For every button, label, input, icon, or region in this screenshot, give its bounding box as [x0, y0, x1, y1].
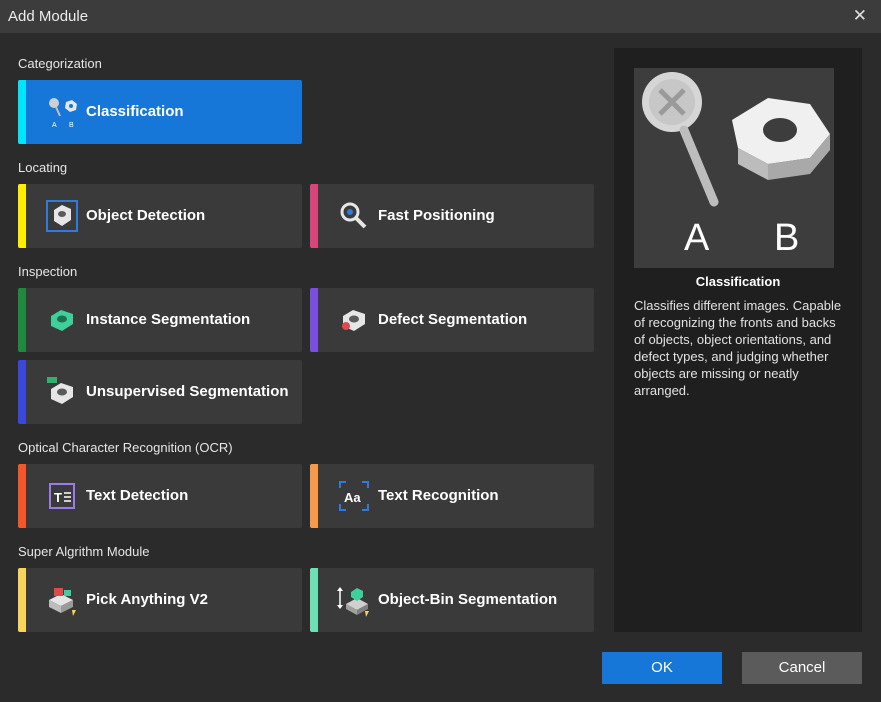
module-label: Classification	[86, 103, 184, 120]
section-categorization: Categorization	[18, 56, 102, 71]
module-label: Text Recognition	[378, 487, 499, 504]
svg-text:T: T	[54, 490, 62, 505]
preview-panel: A B Classification Classifies different …	[614, 48, 862, 632]
text-detection-icon: T	[49, 483, 75, 509]
module-card-text-recognition[interactable]: Aa Text Recognition	[310, 464, 594, 528]
accent-stripe	[18, 288, 26, 352]
module-label: Pick Anything V2	[86, 591, 208, 608]
classification-preview-image: A B	[634, 68, 834, 268]
accent-stripe	[18, 184, 26, 248]
defect-segmentation-icon	[342, 310, 365, 331]
accent-stripe	[310, 464, 318, 528]
module-card-fast-positioning[interactable]: Fast Positioning	[310, 184, 594, 248]
module-card-unsupervised-segmentation[interactable]: Unsupervised Segmentation	[18, 360, 302, 424]
accent-stripe	[18, 80, 26, 144]
accent-stripe	[18, 464, 26, 528]
svg-text:Aa: Aa	[344, 490, 361, 505]
accent-stripe	[310, 288, 318, 352]
accent-stripe	[310, 184, 318, 248]
module-label: Defect Segmentation	[378, 311, 528, 328]
object-bin-segmentation-icon	[337, 587, 369, 617]
fast-positioning-icon	[340, 202, 367, 229]
module-label: Object Detection	[86, 207, 206, 224]
text-recognition-icon: Aa	[339, 481, 369, 511]
preview-title: Classification	[695, 274, 781, 289]
section-inspection: Inspection	[18, 264, 78, 279]
accent-stripe	[310, 568, 318, 632]
module-label: Object-Bin Segmentation	[378, 591, 558, 608]
svg-text:B: B	[69, 122, 74, 129]
module-label: Text Detection	[86, 487, 189, 504]
section-locating: Locating	[18, 160, 68, 175]
module-card-object-detection[interactable]: Object Detection	[18, 184, 302, 248]
section-ocr: Optical Character Recognition (OCR)	[18, 440, 233, 455]
module-card-pick-anything-v2[interactable]: Pick Anything V2	[18, 568, 302, 632]
ok-button[interactable]: OK	[602, 652, 722, 684]
svg-text:A: A	[52, 122, 57, 129]
module-label: Fast Positioning	[378, 207, 495, 224]
close-icon[interactable]: ✕	[853, 6, 867, 26]
module-label: Instance Segmentation	[86, 311, 251, 328]
pick-anything-icon	[49, 588, 76, 616]
unsupervised-segmentation-icon	[47, 377, 73, 404]
accent-stripe	[18, 568, 26, 632]
preview-description: Classifies different images. Capable of …	[634, 298, 842, 398]
title-bar: Add Module ✕	[0, 0, 881, 33]
classification-icon: A B	[49, 98, 77, 129]
section-super-algorithm: Super Algrithm Module	[18, 544, 150, 559]
module-card-instance-segmentation[interactable]: Instance Segmentation	[18, 288, 302, 352]
module-card-object-bin-segmentation[interactable]: Object-Bin Segmentation	[310, 568, 594, 632]
instance-segmentation-icon	[51, 310, 73, 331]
module-card-classification[interactable]: A B Classification	[18, 80, 302, 144]
module-card-defect-segmentation[interactable]: Defect Segmentation	[310, 288, 594, 352]
module-card-text-detection[interactable]: T Text Detection	[18, 464, 302, 528]
object-detection-icon	[46, 200, 78, 232]
accent-stripe	[18, 360, 26, 424]
dialog-title: Add Module	[8, 8, 89, 25]
preview-image-label-b: B	[774, 217, 799, 259]
module-label: Unsupervised Segmentation	[86, 383, 289, 400]
cancel-button[interactable]: Cancel	[742, 652, 862, 684]
preview-image-label-a: A	[684, 217, 710, 259]
